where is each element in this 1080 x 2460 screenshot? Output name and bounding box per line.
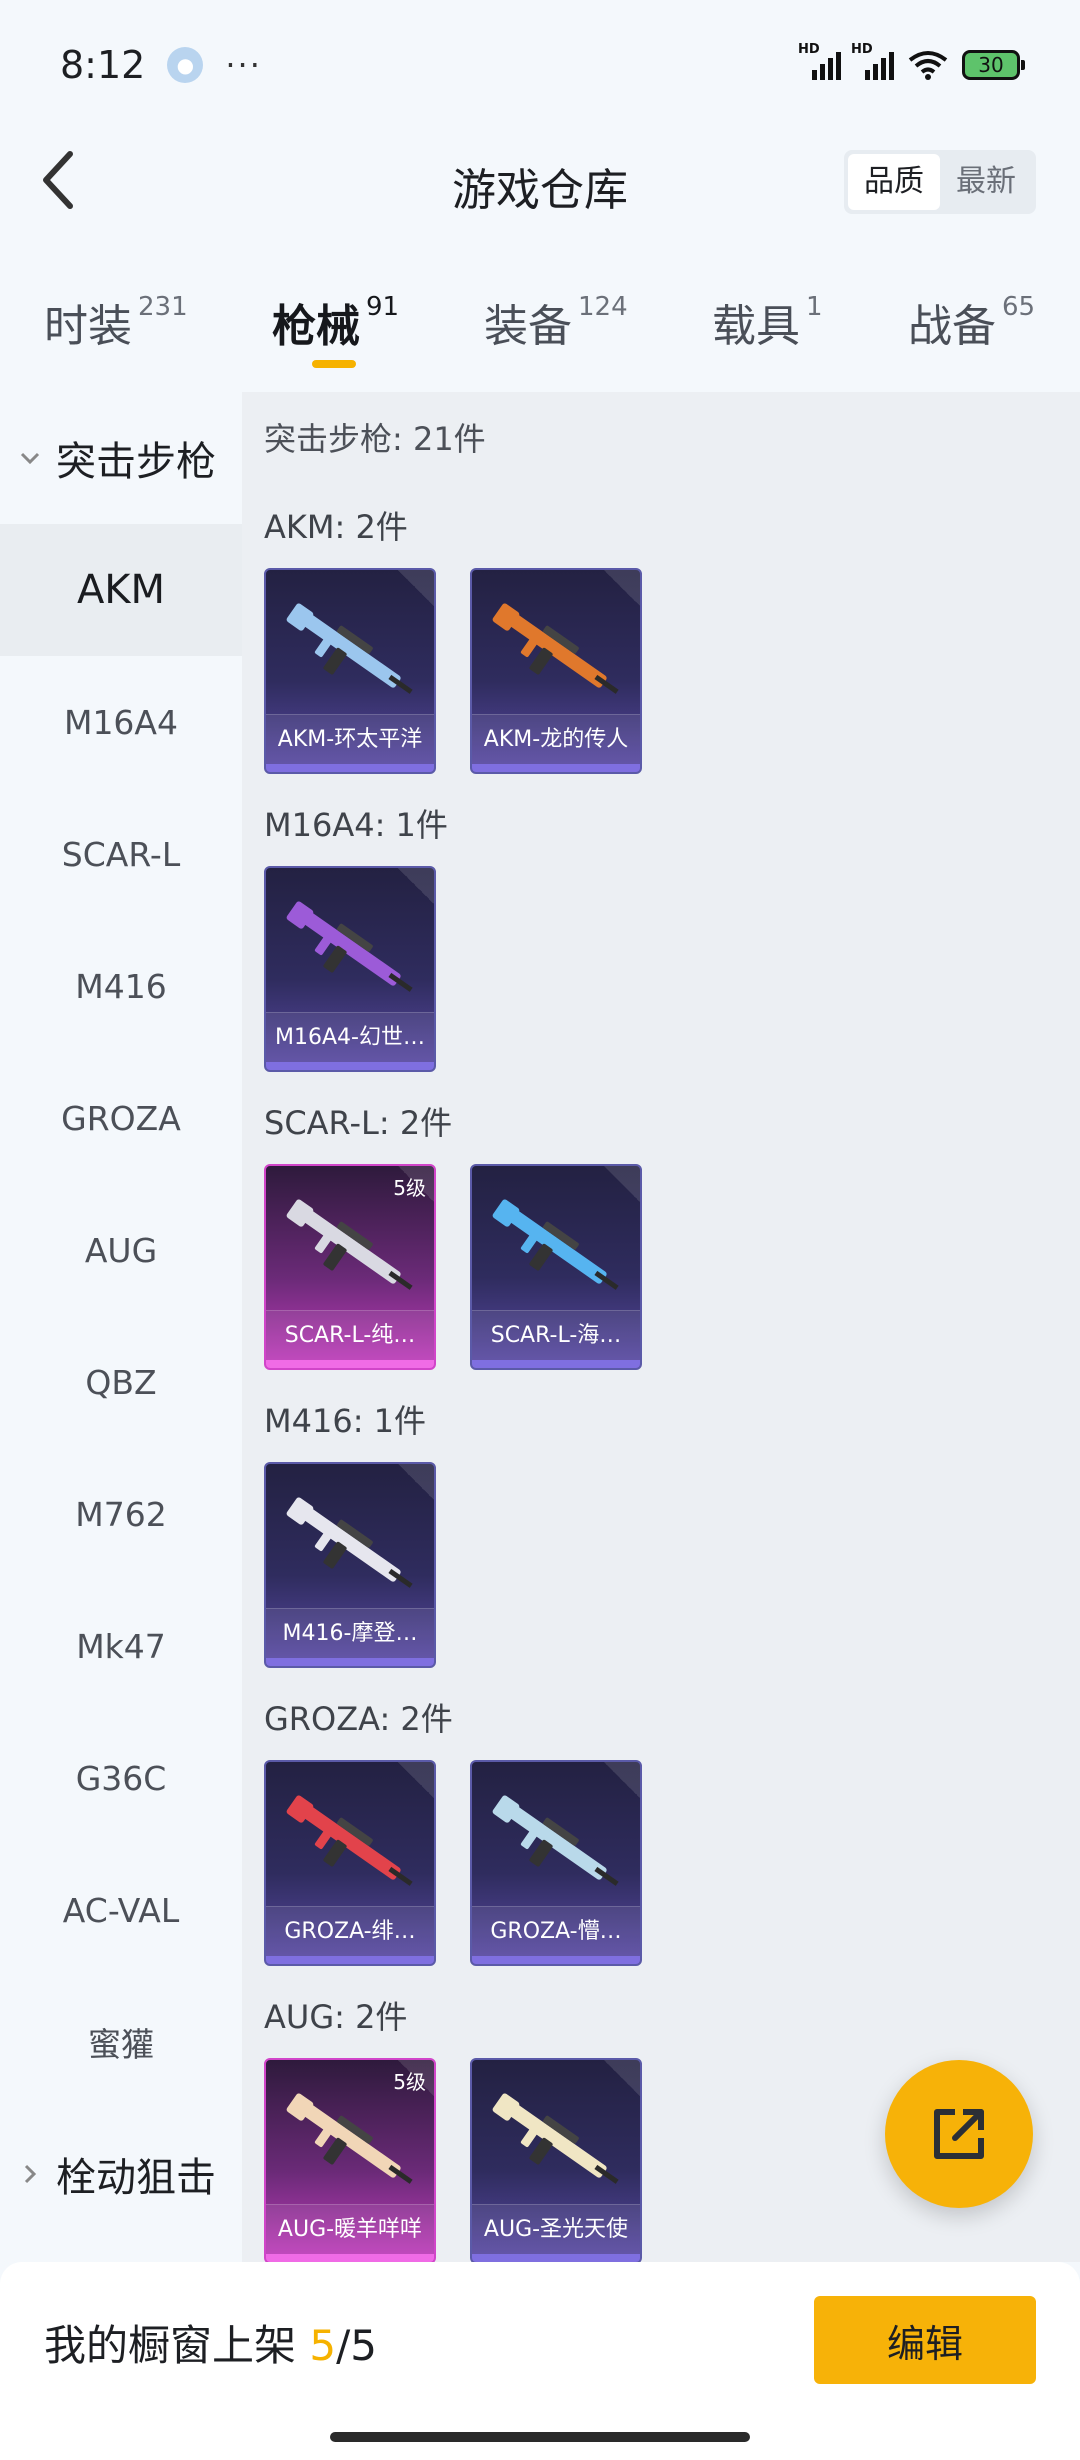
- share-icon: [934, 2109, 984, 2159]
- tab-fashion[interactable]: 时装 231: [44, 290, 188, 354]
- category-tabs: 时装 231 枪械 91 装备 124 载具 1 战备 65: [0, 280, 1080, 380]
- weapon-name: SCAR-L-海…: [472, 1310, 640, 1360]
- weapon-image: [286, 2093, 413, 2184]
- weapon-list: 突击步枪: 21件 AKM: 2件 AKM-环太平洋 AKM-龙的传人 M16A…: [242, 392, 1080, 2262]
- weapon-name: M16A4-幻世…: [266, 1012, 434, 1062]
- header: 游戏仓库 品质 最新: [0, 130, 1080, 230]
- signal-icon-2: HD: [851, 42, 894, 80]
- share-button[interactable]: [885, 2060, 1033, 2208]
- chevron-down-icon: [20, 452, 40, 465]
- weapon-card[interactable]: AUG-圣光天使: [470, 2058, 642, 2262]
- weapon-image: [286, 603, 413, 694]
- bottom-bar: 我的橱窗上架 5/5 编辑: [0, 2262, 1080, 2460]
- weapon-image: [492, 2093, 619, 2184]
- sort-toggle: 品质 最新: [844, 150, 1036, 214]
- sort-newest-option[interactable]: 最新: [940, 154, 1032, 210]
- weapon-card[interactable]: M416-摩登…: [264, 1462, 436, 1668]
- weapon-card[interactable]: M16A4-幻世…: [264, 866, 436, 1072]
- showcase-status: 我的橱窗上架 5/5: [44, 2321, 377, 2370]
- signal-icon: HD: [798, 42, 841, 80]
- showcase-current-count: 5: [309, 2321, 337, 2370]
- battery-icon: 30: [962, 50, 1025, 80]
- sidebar-item-g36c[interactable]: G36C: [0, 1712, 242, 1844]
- group-title-groza: GROZA: 2件: [264, 1700, 453, 1738]
- weapon-card[interactable]: GROZA-懵…: [470, 1760, 642, 1966]
- group-title-m416: M416: 1件: [264, 1402, 427, 1440]
- tab-firearms[interactable]: 枪械 91: [272, 290, 399, 354]
- weapon-name: GROZA-懵…: [472, 1906, 640, 1956]
- sidebar-item-m416[interactable]: M416: [0, 920, 242, 1052]
- active-tab-indicator: [312, 360, 356, 368]
- weapon-image: [286, 901, 413, 992]
- weapon-image: [286, 1795, 413, 1886]
- weapon-card[interactable]: GROZA-绯…: [264, 1760, 436, 1966]
- category-count: 突击步枪: 21件: [264, 420, 486, 458]
- sidebar-group-bolt-action[interactable]: 栓动狙击: [0, 2108, 242, 2240]
- sort-quality-option[interactable]: 品质: [848, 154, 940, 210]
- weapon-name: M416-摩登…: [266, 1608, 434, 1658]
- sidebar-item-groza[interactable]: GROZA: [0, 1052, 242, 1184]
- weapon-card[interactable]: 5级 SCAR-L-纯…: [264, 1164, 436, 1370]
- weapon-name: GROZA-绯…: [266, 1906, 434, 1956]
- edit-button[interactable]: 编辑: [814, 2296, 1036, 2384]
- weapon-card[interactable]: 5级 AUG-暖羊咩咩: [264, 2058, 436, 2262]
- group-title-aug: AUG: 2件: [264, 1998, 408, 2036]
- sidebar-item-honey-badger[interactable]: 蜜獾: [0, 1976, 242, 2108]
- weapon-image: [492, 1795, 619, 1886]
- tab-equipment[interactable]: 装备 124: [484, 290, 628, 354]
- weapon-name: AUG-暖羊咩咩: [266, 2204, 434, 2254]
- sidebar-item-qbz[interactable]: QBZ: [0, 1316, 242, 1448]
- tab-supplies[interactable]: 战备 65: [908, 290, 1035, 354]
- sidebar-group-assault-rifles[interactable]: 突击步枪: [0, 392, 242, 524]
- sidebar-item-mk47[interactable]: Mk47: [0, 1580, 242, 1712]
- weapon-image: [492, 603, 619, 694]
- chevron-right-icon: [24, 2164, 37, 2184]
- group-title-m16a4: M16A4: 1件: [264, 806, 448, 844]
- weapon-name: AKM-龙的传人: [472, 714, 640, 764]
- weapon-card[interactable]: AKM-龙的传人: [470, 568, 642, 774]
- sidebar-item-aug[interactable]: AUG: [0, 1184, 242, 1316]
- sidebar-item-akm[interactable]: AKM: [0, 524, 242, 656]
- wifi-icon: [908, 51, 948, 80]
- weapon-name: AUG-圣光天使: [472, 2204, 640, 2254]
- group-title-akm: AKM: 2件: [264, 508, 408, 546]
- sidebar-item-scar-l[interactable]: SCAR-L: [0, 788, 242, 920]
- weapon-name: SCAR-L-纯…: [266, 1310, 434, 1360]
- weapon-card[interactable]: SCAR-L-海…: [470, 1164, 642, 1370]
- status-more-icon: ···: [225, 46, 262, 84]
- weapon-image: [492, 1199, 619, 1290]
- status-time: 8:12: [60, 43, 146, 87]
- notification-app-icon: ●: [167, 47, 204, 83]
- group-title-scar-l: SCAR-L: 2件: [264, 1104, 453, 1142]
- weapon-image: [286, 1497, 413, 1588]
- weapon-card[interactable]: AKM-环太平洋: [264, 568, 436, 774]
- sidebar: 突击步枪 AKM M16A4 SCAR-L M416 GROZA AUG QBZ…: [0, 392, 242, 2262]
- status-bar: 8:12 ● ··· HD HD 30: [0, 0, 1080, 130]
- weapon-image: [286, 1199, 413, 1290]
- sidebar-item-m762[interactable]: M762: [0, 1448, 242, 1580]
- sidebar-item-m16a4[interactable]: M16A4: [0, 656, 242, 788]
- tab-vehicles[interactable]: 载具 1: [712, 290, 823, 354]
- home-indicator[interactable]: [330, 2432, 750, 2442]
- sidebar-item-ac-val[interactable]: AC-VAL: [0, 1844, 242, 1976]
- weapon-name: AKM-环太平洋: [266, 714, 434, 764]
